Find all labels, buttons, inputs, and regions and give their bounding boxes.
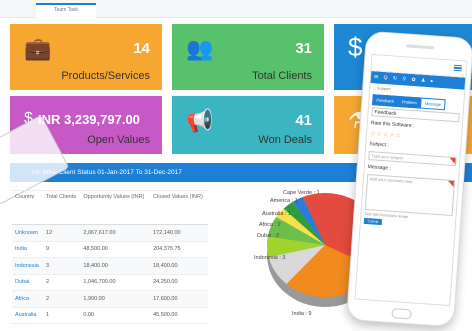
table-cell: 2	[43, 290, 81, 308]
table-row: Dubai 2 1,046,700.00 24,250.00	[12, 274, 208, 291]
pie-label: Indonesia : 3	[254, 255, 286, 261]
phone-mockup: ✉ Q ↻ ⚲ ✿ ♟ ▸ ⌂ Support Feedback Problem…	[346, 30, 472, 328]
pie-label: Dubai : 2	[257, 233, 280, 239]
tab-problem[interactable]: Problem	[397, 95, 422, 109]
table-cell: 2	[43, 274, 81, 291]
phone-screen: ✉ Q ↻ ⚲ ✿ ♟ ▸ ⌂ Support Feedback Problem…	[354, 54, 468, 307]
submit-button[interactable]: Submit	[363, 217, 383, 226]
country-link[interactable]: Indonesia	[12, 257, 44, 275]
table-cell: 17,600.00	[150, 290, 208, 308]
phone-home-button	[391, 308, 412, 320]
products-services-card[interactable]: 💼 14 Products/Services	[10, 24, 162, 90]
clients-label: Total Clients	[252, 70, 312, 82]
won-deals-label: Won Deals	[258, 134, 312, 146]
clients-count: 31	[295, 40, 312, 57]
total-clients-card[interactable]: 👥 31 Total Clients	[172, 24, 324, 90]
table-cell: 0.00	[80, 307, 151, 324]
table-cell: 1,900.00	[80, 290, 151, 308]
tab-feedback[interactable]: Feedback	[372, 94, 399, 107]
message-placeholder: Add your comment here...	[369, 176, 417, 185]
table-row: Unknown 12 2,067,617.00 172,140.00	[12, 224, 208, 242]
table-cell: 18,400.00	[80, 257, 151, 275]
client-status-table: Country Total Clients Opportunity Values (…	[12, 190, 208, 324]
table-cell: 48,500.00	[80, 241, 151, 258]
subject-placeholder: Type your subject	[371, 153, 403, 161]
table-header: Total Clients	[43, 190, 81, 225]
table-header: Closed Values (INR)	[150, 190, 208, 225]
table-row: Australia 1 0.00 45,500.00	[12, 307, 208, 324]
tab-message[interactable]: Message	[420, 97, 446, 111]
table-cell: 24,250.00	[150, 274, 208, 291]
table-header: Country	[12, 190, 44, 225]
tab-team-task[interactable]: Team Task	[36, 3, 96, 18]
table-cell: 45,500.00	[150, 307, 208, 324]
country-link[interactable]: India	[12, 241, 44, 258]
table-row: Indonesia 3 18,400.00 18,400.00	[12, 257, 208, 275]
pie-label: Africa : 2	[259, 222, 281, 228]
menu-icon[interactable]	[453, 64, 463, 72]
table-row: India 9 48,500.00 204,375.75	[12, 241, 208, 258]
users-icon: 👥	[186, 36, 214, 61]
table-cell: 172,140.00	[150, 224, 208, 242]
top-bar: Team Task	[0, 0, 472, 18]
table-cell: 3	[43, 257, 81, 275]
products-label: Products/Services	[61, 70, 150, 82]
country-link[interactable]: Dubai	[12, 274, 44, 291]
required-marker	[447, 180, 454, 188]
country-link[interactable]: Africa	[12, 290, 44, 308]
open-values-amount: INR 3,239,797.00	[38, 112, 140, 127]
table-cell: 1	[43, 307, 81, 324]
table-cell: 2,067,617.00	[80, 224, 151, 242]
megaphone-icon: 📢	[186, 108, 214, 133]
phone-speaker	[406, 44, 435, 50]
products-count: 14	[133, 40, 150, 57]
won-deals-count: 41	[295, 112, 312, 129]
pie-label: India : 9	[292, 311, 312, 317]
table-cell: 12	[43, 224, 81, 242]
country-link[interactable]: Unknown	[12, 224, 44, 242]
briefcase-icon: 💼	[24, 36, 52, 61]
table-cell: 9	[43, 241, 81, 258]
open-values-label: Open Values	[87, 134, 150, 146]
required-marker	[449, 157, 456, 165]
message-textarea[interactable]: Add your comment here...	[364, 174, 456, 217]
country-link[interactable]: Australia	[12, 307, 44, 324]
pie-label: Cape Verde : 1	[283, 190, 320, 196]
pie-label: Australia : 1	[262, 211, 292, 217]
subject-input[interactable]: Type your subject	[368, 151, 457, 167]
won-deals-card[interactable]: 📢 41 Won Deals	[172, 96, 324, 154]
table-row: Africa 2 1,900.00 17,600.00	[12, 290, 208, 308]
table-header: Opportunity Values (INR)	[80, 190, 151, 225]
dollar-icon: $	[348, 32, 363, 62]
table-cell: 1,046,700.00	[80, 274, 151, 291]
table-cell: 18,400.00	[150, 257, 208, 275]
table-cell: 204,375.75	[150, 241, 208, 258]
pie-label: America : 1	[270, 198, 298, 204]
